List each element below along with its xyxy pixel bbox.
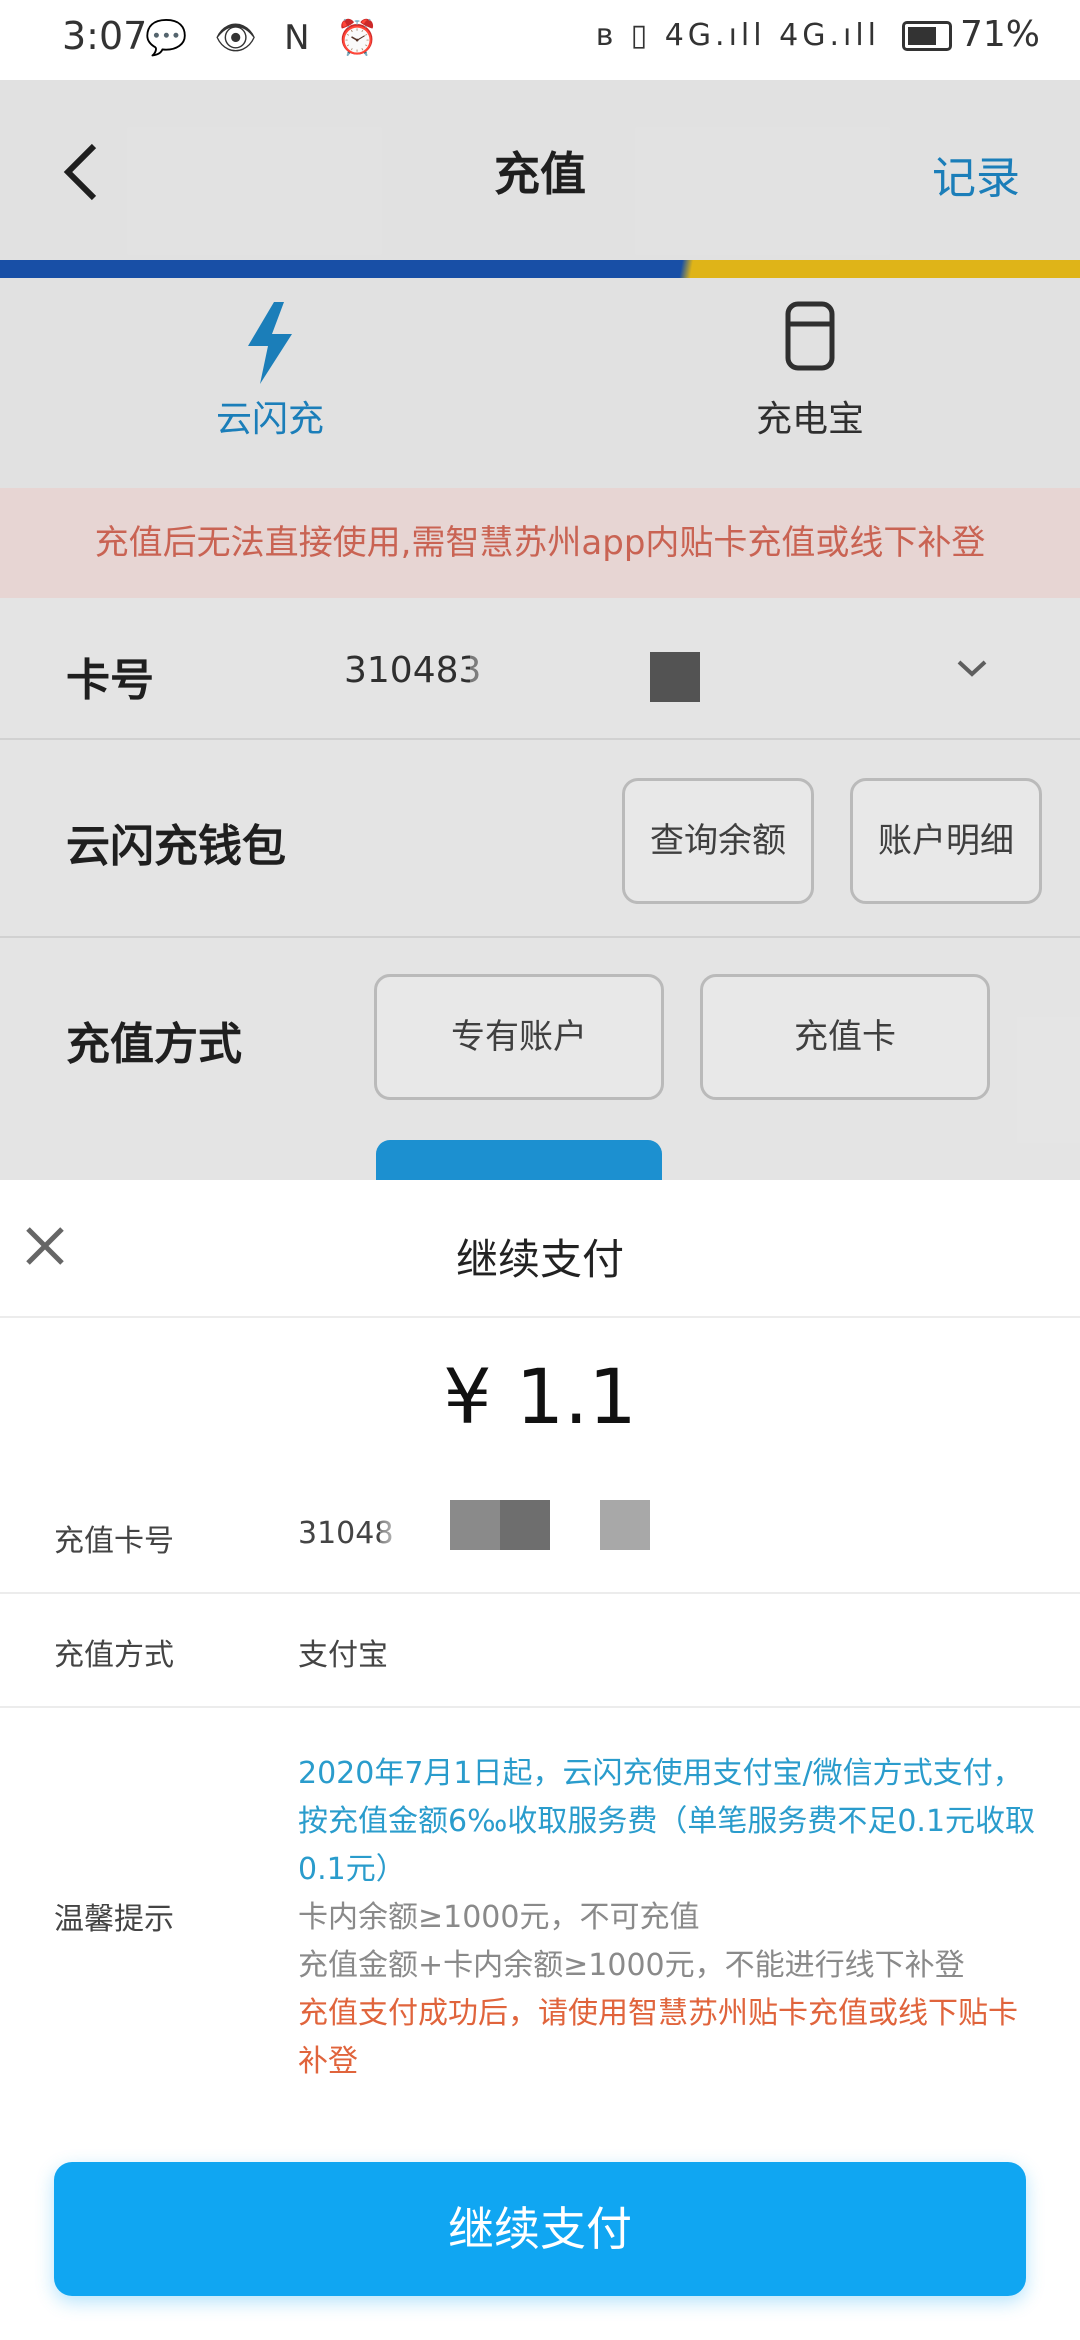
status-time: 3:07	[62, 14, 148, 58]
signal-icon: ʙ ▯ 4G.ıll 4G.ıll	[595, 18, 880, 53]
continue-payment-button[interactable]: 继续支付	[54, 2162, 1026, 2296]
battery-indicator: 71%	[901, 14, 1040, 55]
redaction-block	[600, 1500, 650, 1550]
divider	[0, 1316, 1080, 1318]
battery-icon	[901, 21, 952, 51]
card-number-label: 充值卡号	[54, 1524, 174, 1559]
method-value: 支付宝	[298, 1638, 388, 1673]
tip-service-fee: 2020年7月1日起，云闪充使用支付宝/微信方式支付，按充值金额6‰收取服务费（…	[298, 1756, 1036, 1887]
tip-balance-limit: 卡内余额≥1000元，不可充值	[298, 1900, 700, 1935]
payment-amount: ¥ 1.1	[443, 1352, 637, 1441]
battery-percent: 71%	[959, 14, 1040, 55]
tip-offline-limit: 充值金额+卡内余额≥1000元，不能进行线下补登	[298, 1948, 965, 1983]
continue-payment-sheet: 继续支付 ¥ 1.1 充值卡号 31048 充值方式 支付宝 温馨提示 2020…	[0, 1180, 1080, 2340]
divider	[0, 1592, 1080, 1594]
modal-backdrop[interactable]	[0, 80, 1080, 1180]
redaction-blur	[380, 1500, 410, 1556]
redaction-block	[450, 1500, 550, 1550]
status-bar: 3:07 💬 👁 N ⏰ ʙ ▯ 4G.ıll 4G.ıll 71%	[0, 0, 1080, 80]
status-notification-icons: 💬 👁 N ⏰	[145, 18, 387, 58]
tips-label: 温馨提示	[54, 1902, 174, 1937]
tip-after-payment: 充值支付成功后，请使用智慧苏州贴卡充值或线下贴卡补登	[298, 1996, 1018, 2079]
sheet-title: 继续支付	[455, 1235, 624, 1284]
method-label: 充值方式	[54, 1638, 174, 1673]
divider	[0, 1706, 1080, 1708]
